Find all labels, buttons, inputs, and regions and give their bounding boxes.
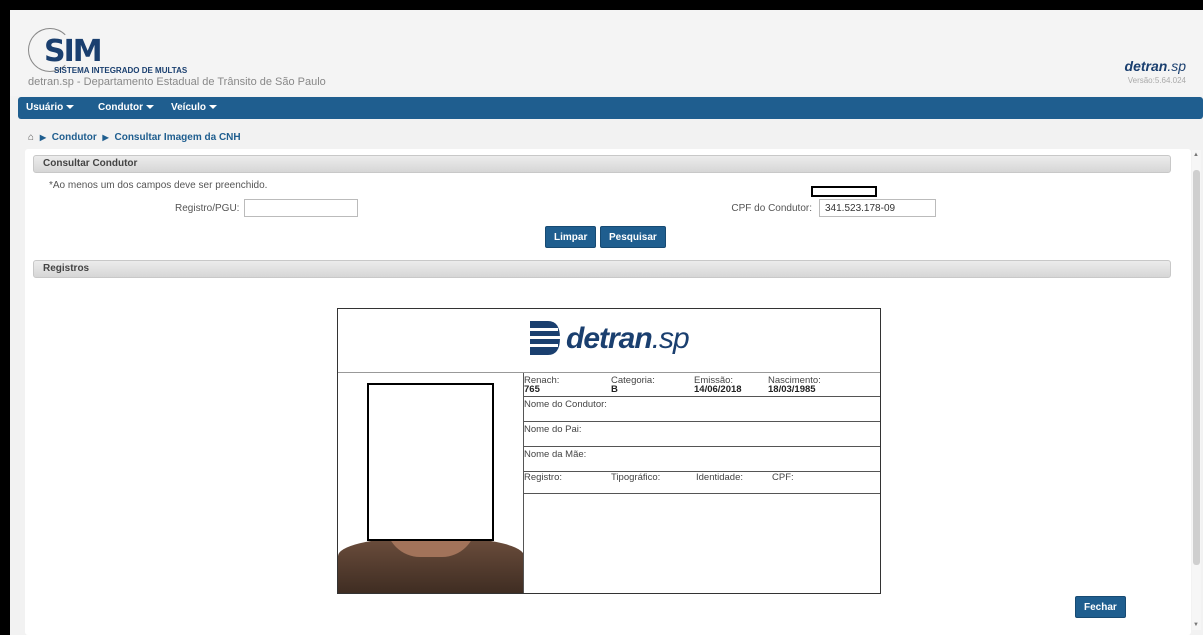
nascimento-value: 18/03/1985: [768, 384, 816, 395]
registro-label: Registro/PGU:: [175, 203, 240, 214]
registro-doc-label: Registro:: [524, 472, 563, 483]
menu-usuario[interactable]: Usuário: [26, 102, 75, 113]
card-brand-main: detran: [566, 322, 653, 355]
menu-usuario-label: Usuário: [26, 102, 64, 113]
search-button[interactable]: Pesquisar: [600, 226, 666, 248]
section-consultar-condutor: Consultar Condutor: [33, 155, 1171, 173]
scroll-up-icon[interactable]: ▲: [1193, 152, 1199, 158]
info-row-primary: Renach: 765 Categoria: B Emissão: 14/06/…: [524, 373, 880, 397]
renach-value: 765: [524, 384, 540, 395]
home-icon[interactable]: ⌂: [28, 132, 34, 143]
cpf-input[interactable]: [819, 199, 936, 217]
brand-suffix: .sp: [1167, 58, 1186, 74]
cnh-image-card: detran.sp Renach: 765 Categoria: B Emiss…: [337, 308, 881, 594]
header: SIM SISTEMA INTEGRADO DE MULTAS detran.s…: [10, 10, 1203, 96]
version-label: Versão:5.64.024: [1127, 76, 1186, 85]
main-menu: Usuário Condutor Veículo: [18, 97, 1203, 119]
card-brand-suffix: .sp: [651, 322, 690, 355]
menu-veiculo-label: Veículo: [171, 102, 207, 113]
menu-veiculo[interactable]: Veículo: [171, 102, 218, 113]
content-panel: Consultar Condutor *Ao menos um dos camp…: [25, 149, 1191, 635]
app-window: SIM SISTEMA INTEGRADO DE MULTAS detran.s…: [10, 10, 1203, 635]
close-button[interactable]: Fechar: [1075, 596, 1126, 618]
menu-condutor-label: Condutor: [98, 102, 143, 113]
section-registros: Registros: [33, 260, 1171, 278]
clear-button[interactable]: Limpar: [545, 226, 597, 248]
emissao-value: 14/06/2018: [694, 384, 742, 395]
scroll-down-icon[interactable]: ▼: [1193, 622, 1199, 628]
chevron-down-icon: [146, 105, 154, 110]
department-name: detran.sp - Departamento Estadual de Trâ…: [28, 76, 326, 88]
detran-logo: detran.sp: [528, 315, 728, 365]
photo-redaction-box: [367, 383, 494, 541]
tipografico-label: Tipográfico:: [611, 472, 661, 483]
info-row-nome-mae: Nome da Mãe:: [524, 447, 880, 472]
breadcrumb-separator-icon: ▶: [39, 133, 46, 142]
breadcrumb-current: Consultar Imagem da CNH: [114, 132, 241, 143]
brand-main: detran: [1124, 58, 1168, 74]
breadcrumb-separator-icon: ▶: [102, 133, 109, 142]
page-scrollbar[interactable]: ▲ ▼: [1192, 150, 1201, 630]
identidade-label: Identidade:: [696, 472, 744, 483]
info-row-nome-pai: Nome do Pai:: [524, 422, 880, 447]
chevron-down-icon: [66, 105, 75, 110]
card-header: detran.sp: [338, 309, 880, 373]
cpf-label: CPF do Condutor:: [731, 203, 812, 214]
brand-logo: detran.sp: [1125, 58, 1186, 74]
detran-stripes-icon: [528, 321, 560, 355]
driver-photo: [338, 373, 524, 593]
card-brand: detran.sp: [566, 322, 690, 356]
categoria-value: B: [611, 384, 618, 395]
logo-text: SIM: [44, 34, 103, 69]
nome-condutor-label: Nome do Condutor:: [524, 399, 607, 410]
menu-condutor[interactable]: Condutor: [98, 102, 154, 113]
info-row-nome-condutor: Nome do Condutor:: [524, 397, 880, 422]
cpf-doc-label: CPF:: [772, 472, 794, 483]
breadcrumb-condutor[interactable]: Condutor: [52, 132, 97, 143]
breadcrumb: ⌂ ▶ Condutor ▶ Consultar Imagem da CNH: [28, 132, 241, 143]
chevron-down-icon: [209, 105, 218, 110]
redaction-box: [811, 186, 877, 197]
logo-subtitle: SISTEMA INTEGRADO DE MULTAS: [54, 66, 188, 75]
registro-input[interactable]: [244, 199, 358, 217]
info-row-documentos: Registro: Tipográfico: Identidade: CPF:: [524, 472, 880, 494]
scroll-thumb[interactable]: [1193, 170, 1200, 565]
required-hint: *Ao menos um dos campos deve ser preench…: [49, 180, 268, 191]
nome-pai-label: Nome do Pai:: [524, 424, 582, 435]
sim-logo: SIM SISTEMA INTEGRADO DE MULTAS: [24, 24, 204, 75]
nome-mae-label: Nome da Mãe:: [524, 449, 587, 460]
